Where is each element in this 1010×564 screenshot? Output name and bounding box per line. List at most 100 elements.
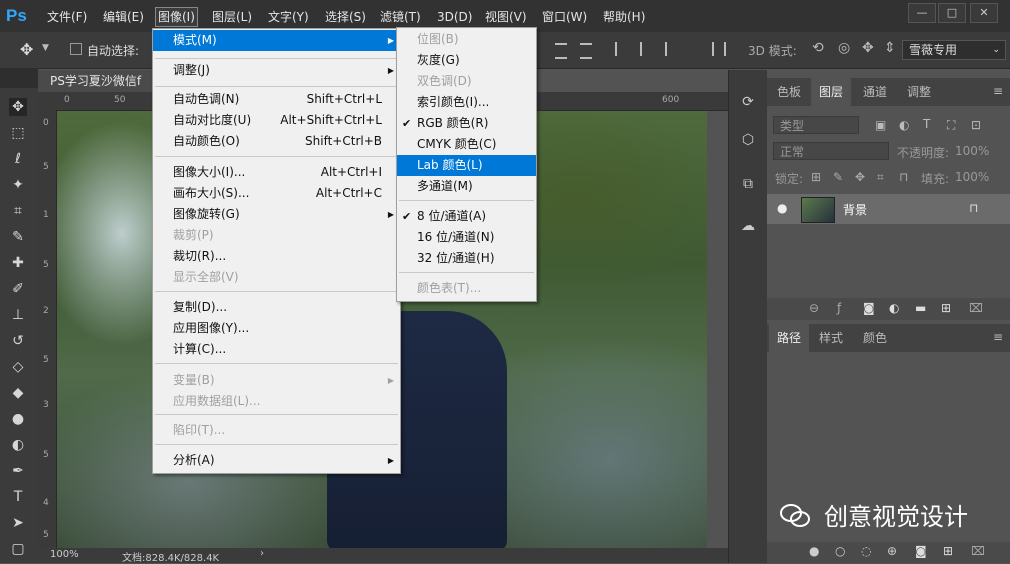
menu-type[interactable]: 文字(Y) (266, 8, 311, 26)
menu-item-auto-contrast[interactable]: 自动对比度(U) Alt+Shift+Ctrl+L (153, 110, 400, 131)
lock-pixels-icon[interactable]: ✎ (833, 170, 843, 184)
add-mask-icon[interactable]: ◙ (915, 544, 927, 558)
properties-panel-icon[interactable]: ⧉ (738, 174, 758, 194)
move-tool-icon[interactable]: ✥ (9, 98, 27, 116)
align-icon[interactable] (580, 43, 592, 59)
auto-select-checkbox[interactable] (70, 43, 82, 55)
menu-item-duplicate[interactable]: 复制(D)... (153, 297, 400, 318)
menu-select[interactable]: 选择(S) (323, 8, 368, 26)
menu-item-apply-data-set[interactable]: 应用数据组(L)... (153, 391, 400, 412)
panel-menu-icon[interactable]: ≡ (993, 330, 1003, 344)
lasso-tool-icon[interactable]: ℓ (9, 150, 27, 168)
tab-swatches[interactable]: 色板 (769, 78, 809, 106)
chevron-down-icon[interactable]: ▼ (42, 43, 49, 53)
auto-align-icon[interactable] (712, 42, 726, 56)
tab-paths[interactable]: 路径 (769, 324, 810, 352)
menu-item-image-rotation[interactable]: 图像旋转(G) ▶ (153, 204, 400, 225)
menu-item-auto-tone[interactable]: 自动色调(N) Shift+Ctrl+L (153, 89, 400, 110)
filter-pixel-icon[interactable]: ▣ (875, 118, 886, 132)
menu-item-cmyk-color[interactable]: CMYK 颜色(C) (397, 134, 536, 155)
trash-icon[interactable]: ⌧ (969, 301, 983, 315)
add-mask-icon[interactable]: ◙ (863, 301, 875, 315)
menu-item-lab-color[interactable]: Lab 颜色(L) (397, 155, 536, 176)
menu-item-canvas-size[interactable]: 画布大小(S)... Alt+Ctrl+C (153, 183, 400, 204)
healing-brush-tool-icon[interactable]: ✚ (9, 254, 27, 272)
menu-layer[interactable]: 图层(L) (210, 8, 254, 26)
lock-position-icon[interactable]: ✥ (855, 170, 865, 184)
adjustment-layer-icon[interactable]: ◐ (889, 301, 899, 315)
tab-channels[interactable]: 通道 (855, 78, 895, 106)
3d-panel-icon[interactable]: ⬡ (738, 130, 758, 150)
pen-tool-icon[interactable]: ✒ (9, 462, 27, 480)
make-work-path-icon[interactable]: ⊕ (887, 544, 897, 558)
lock-all-icon[interactable]: ⊓ (899, 170, 908, 184)
clone-stamp-tool-icon[interactable]: ⊥ (9, 306, 27, 324)
tab-styles[interactable]: 样式 (811, 324, 851, 352)
menu-item-bitmap[interactable]: 位图(B) (397, 29, 536, 50)
menu-item-rgb-color[interactable]: ✔ RGB 颜色(R) (397, 113, 536, 134)
magic-wand-tool-icon[interactable]: ✦ (9, 176, 27, 194)
layer-filter-select[interactable]: 类型 (773, 116, 859, 134)
new-path-icon[interactable]: ⊞ (943, 544, 953, 558)
menu-edit[interactable]: 编辑(E) (101, 8, 146, 26)
dodge-tool-icon[interactable]: ◐ (9, 436, 27, 454)
crop-tool-icon[interactable]: ⌗ (9, 202, 27, 220)
distribute-icon[interactable] (665, 42, 667, 56)
menu-item-color-table[interactable]: 颜色表(T)... (397, 278, 536, 299)
3d-drag-icon[interactable]: ✥ (862, 40, 874, 56)
group-icon[interactable]: ▬ (915, 301, 926, 315)
menu-item-multichannel[interactable]: 多通道(M) (397, 176, 536, 197)
filter-shape-icon[interactable]: ⛶ (947, 118, 955, 133)
menu-window[interactable]: 窗口(W) (540, 8, 589, 26)
opacity-value[interactable]: 100% (955, 144, 989, 158)
marquee-tool-icon[interactable]: ⬚ (9, 124, 27, 142)
stroke-path-icon[interactable]: ○ (835, 544, 845, 558)
lock-artboard-icon[interactable]: ⌗ (877, 170, 884, 185)
lock-transparency-icon[interactable]: ⊞ (811, 170, 821, 184)
menu-3d[interactable]: 3D(D) (435, 8, 474, 26)
menu-item-duotone[interactable]: 双色调(D) (397, 71, 536, 92)
load-selection-icon[interactable]: ◌ (861, 544, 871, 558)
menu-item-indexed-color[interactable]: 索引颜色(I)... (397, 92, 536, 113)
link-layers-icon[interactable]: ⊖ (809, 301, 819, 315)
filter-type-icon[interactable]: T (923, 117, 930, 131)
menu-item-reveal-all[interactable]: 显示全部(V) (153, 267, 400, 288)
menu-item-trap[interactable]: 陷印(T)... (153, 420, 400, 441)
menu-item-trim[interactable]: 裁切(R)... (153, 246, 400, 267)
menu-item-auto-color[interactable]: 自动颜色(O) Shift+Ctrl+B (153, 131, 400, 152)
workspace-preset-select[interactable]: 雪薇专用 ⌄ (902, 40, 1006, 60)
paint-bucket-tool-icon[interactable]: ◆ (9, 384, 27, 402)
menu-item-16-bit[interactable]: 16 位/通道(N) (397, 227, 536, 248)
move-tool-icon[interactable]: ✥ (20, 40, 33, 59)
menu-item-mode[interactable]: 模式(M) ▶ (153, 30, 400, 51)
filter-adjustment-icon[interactable]: ◐ (899, 118, 909, 132)
path-selection-tool-icon[interactable]: ➤ (9, 514, 27, 532)
menu-file[interactable]: 文件(F) (45, 8, 89, 26)
chevron-right-icon[interactable]: › (260, 548, 264, 559)
fx-icon[interactable]: ƒ (837, 301, 841, 315)
type-tool-icon[interactable]: T (9, 488, 27, 506)
cc-libraries-icon[interactable]: ☁ (738, 216, 758, 236)
menu-help[interactable]: 帮助(H) (601, 8, 647, 26)
blend-mode-select[interactable]: 正常 (773, 142, 889, 160)
distribute-icon[interactable] (615, 42, 617, 56)
3d-slide-icon[interactable]: ⇕ (884, 40, 896, 56)
menu-item-crop[interactable]: 裁剪(P) (153, 225, 400, 246)
menu-view[interactable]: 视图(V) (483, 8, 529, 26)
eraser-tool-icon[interactable]: ◇ (9, 358, 27, 376)
menu-item-32-bit[interactable]: 32 位/通道(H) (397, 248, 536, 269)
trash-icon[interactable]: ⌧ (971, 544, 985, 558)
eyedropper-tool-icon[interactable]: ✎ (9, 228, 27, 246)
align-icon[interactable] (555, 43, 567, 59)
close-icon[interactable]: ✕ (970, 3, 998, 23)
menu-item-8-bit[interactable]: ✔ 8 位/通道(A) (397, 206, 536, 227)
menu-item-calculations[interactable]: 计算(C)... (153, 339, 400, 360)
blur-tool-icon[interactable]: ● (9, 410, 27, 428)
menu-item-grayscale[interactable]: 灰度(G) (397, 50, 536, 71)
3d-roll-icon[interactable]: ◎ (838, 40, 850, 56)
menu-item-adjustments[interactable]: 调整(J) ▶ (153, 60, 400, 81)
menu-item-image-size[interactable]: 图像大小(I)... Alt+Ctrl+I (153, 162, 400, 183)
history-panel-icon[interactable]: ⟳ (738, 92, 758, 112)
tab-color[interactable]: 颜色 (855, 324, 895, 352)
maximize-icon[interactable]: □ (938, 3, 966, 23)
